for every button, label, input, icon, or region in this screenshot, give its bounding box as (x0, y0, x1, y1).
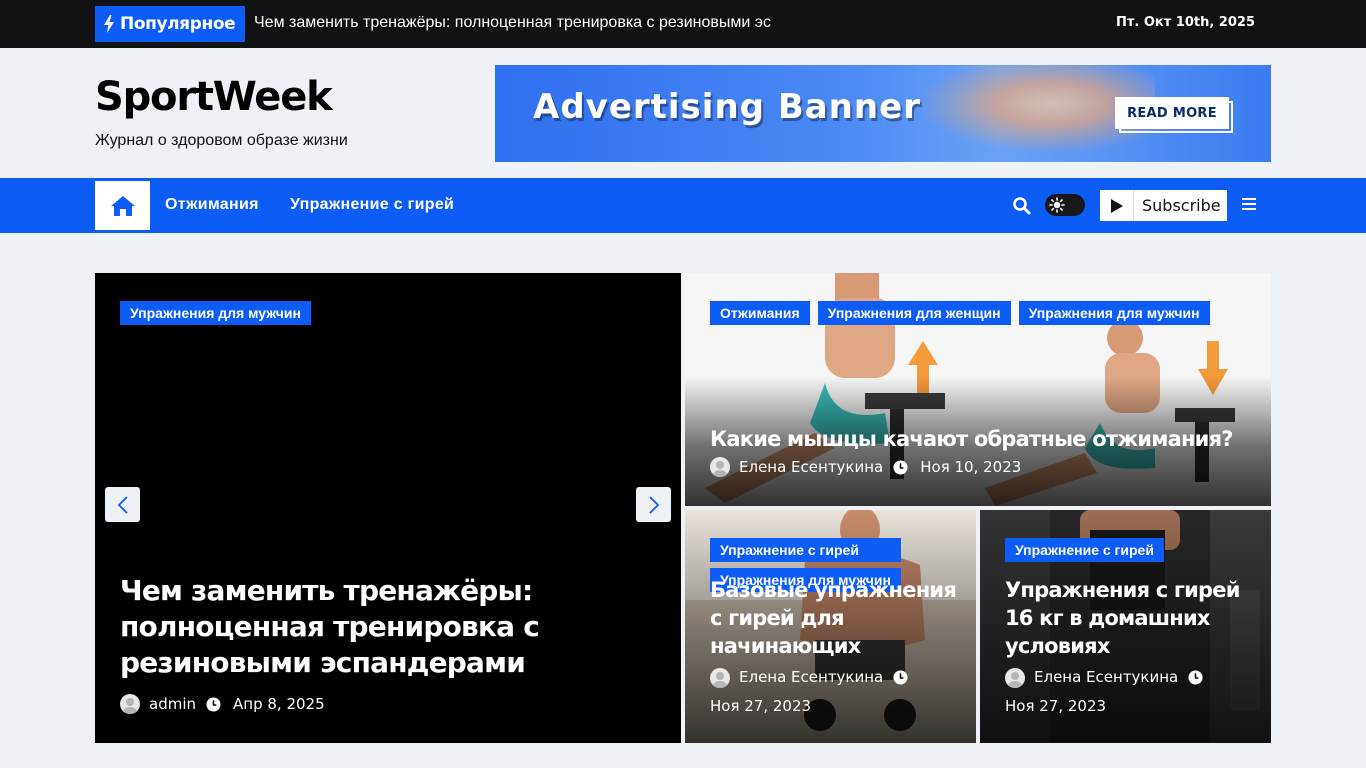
post-date[interactable]: Ноя 27, 2023 (710, 692, 811, 721)
current-date: Пт. Окт 10th, 2025 (1115, 15, 1255, 30)
featured-card[interactable]: Упражнение с гирей Упражнения для мужчин… (685, 510, 976, 743)
post-date[interactable]: Ноя 27, 2023 (1005, 692, 1106, 721)
author-avatar (120, 694, 140, 714)
nav-item-kettlebell[interactable]: Упражнение с гирей (290, 196, 454, 214)
category-badge[interactable]: Упражнения для мужчин (120, 301, 311, 325)
category-badge[interactable]: Упражнение с гирей (710, 538, 901, 562)
author-avatar (1005, 667, 1025, 688)
author-avatar (710, 457, 730, 477)
author-name[interactable]: admin (149, 695, 196, 713)
home-icon (110, 195, 135, 216)
post-date[interactable]: Ноя 10, 2023 (920, 458, 1021, 476)
clock-icon (893, 670, 908, 685)
popular-button[interactable]: Популярное (95, 6, 246, 42)
top-bar: Популярное Чем заменить тренажёры: полно… (0, 0, 1366, 48)
sun-icon (1049, 197, 1065, 213)
main-navigation: Отжимания Упражнение с гирей Subscribe (0, 178, 1366, 233)
post-date[interactable]: Апр 8, 2025 (233, 695, 325, 713)
featured-card[interactable]: Упражнение с гирей Упражнения с гирей 16… (980, 510, 1271, 743)
card-meta: Елена Есентукина Ноя 27, 2023 (710, 663, 955, 721)
slider-categories: Упражнения для мужчин (120, 301, 311, 325)
nav-item-pushups[interactable]: Отжимания (165, 196, 259, 214)
card-meta: Елена Есентукина Ноя 27, 2023 (1005, 663, 1250, 721)
chevron-right-icon (648, 495, 659, 514)
card-categories: Отжимания Упражнения для женщин Упражнен… (710, 301, 1210, 325)
home-button[interactable] (95, 181, 150, 230)
play-icon (1100, 190, 1134, 221)
card-title[interactable]: Какие мышцы качают обратные отжимания? (710, 425, 1250, 453)
card-title[interactable]: Упражнения с гирей 16 кг в домашних усло… (1005, 576, 1255, 660)
advertising-banner[interactable]: Advertising Banner READ MORE (495, 65, 1271, 162)
site-title[interactable]: SportWeek (95, 74, 333, 120)
banner-read-more-button[interactable]: READ MORE (1115, 97, 1229, 129)
popular-label: Популярное (120, 14, 236, 34)
chevron-left-icon (117, 495, 128, 514)
card-categories: Упражнение с гирей (1005, 538, 1164, 562)
category-badge[interactable]: Отжимания (710, 301, 810, 325)
subscribe-button[interactable]: Subscribe (1100, 190, 1227, 221)
menu-icon[interactable] (1242, 197, 1256, 211)
category-badge[interactable]: Упражнения для женщин (817, 301, 1011, 325)
lightning-icon (104, 15, 114, 33)
category-badge[interactable]: Упражнения для мужчин (1018, 301, 1210, 325)
banner-title: Advertising Banner (533, 87, 921, 127)
main-slider[interactable]: Упражнения для мужчин Чем заменить трена… (95, 273, 681, 743)
author-avatar (710, 667, 730, 688)
site-tagline: Журнал о здоровом образе жизни (95, 132, 348, 149)
slider-next-button[interactable] (636, 487, 671, 522)
slider-prev-button[interactable] (105, 487, 140, 522)
slider-title[interactable]: Чем заменить тренажёры: полноценная трен… (120, 573, 540, 681)
theme-toggle[interactable] (1045, 194, 1085, 216)
clock-icon (1188, 670, 1203, 685)
slider-meta: admin Апр 8, 2025 (120, 694, 325, 714)
author-name[interactable]: Елена Есентукина (739, 458, 883, 476)
card-meta: Елена Есентукина Ноя 10, 2023 (710, 457, 1021, 477)
card-title[interactable]: Базовые упражнения с гирей для начинающи… (710, 576, 960, 660)
clock-icon (206, 696, 221, 712)
category-badge[interactable]: Упражнение с гирей (1005, 538, 1164, 562)
author-name[interactable]: Елена Есентукина (739, 663, 883, 692)
clock-icon (893, 459, 908, 475)
featured-card[interactable]: Отжимания Упражнения для женщин Упражнен… (685, 273, 1271, 506)
subscribe-label: Subscribe (1142, 196, 1221, 215)
news-ticker[interactable]: Чем заменить тренажёры: полноценная трен… (254, 14, 772, 32)
search-icon[interactable] (1012, 196, 1032, 216)
author-name[interactable]: Елена Есентукина (1034, 663, 1178, 692)
